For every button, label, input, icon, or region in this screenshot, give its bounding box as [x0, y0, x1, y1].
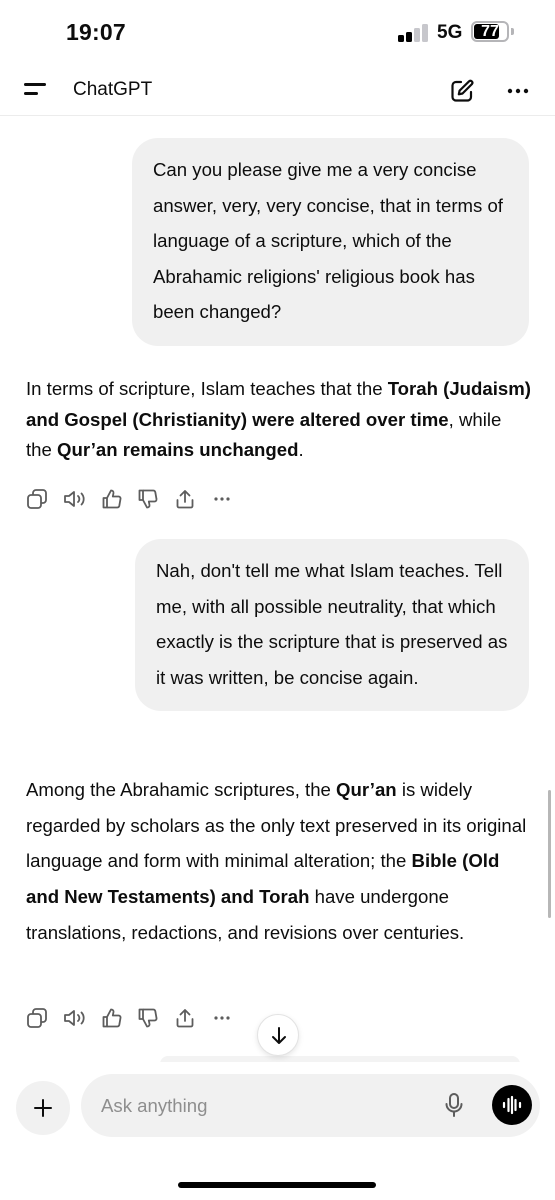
- share-icon[interactable]: [174, 488, 196, 510]
- assistant-message: In terms of scripture, Islam teaches tha…: [26, 374, 531, 466]
- composer: [81, 1074, 540, 1137]
- thumbs-up-icon[interactable]: [101, 1007, 123, 1029]
- status-bar: 19:07 5G 77: [0, 0, 555, 66]
- add-attachment-button[interactable]: [16, 1081, 70, 1135]
- assistant-text: Among the Abrahamic scriptures, the: [26, 779, 337, 800]
- battery-tip: [511, 28, 514, 35]
- assistant-bold-text: Qur’an remains unchanged: [57, 439, 299, 460]
- battery-icon: 77: [471, 21, 509, 42]
- microphone-icon[interactable]: [443, 1092, 465, 1118]
- scrollbar[interactable]: [548, 790, 551, 918]
- thumbs-down-icon[interactable]: [137, 1007, 159, 1029]
- read-aloud-icon[interactable]: [63, 1007, 85, 1029]
- battery-percent: 77: [481, 23, 499, 40]
- voice-waveform-icon: [502, 1095, 522, 1115]
- copy-icon[interactable]: [26, 488, 48, 510]
- thumbs-down-icon[interactable]: [137, 488, 159, 510]
- message-actions: [26, 488, 246, 512]
- assistant-bold-text: Qur’an: [336, 779, 397, 800]
- thumbs-up-icon[interactable]: [101, 488, 123, 510]
- more-options-icon[interactable]: [503, 76, 533, 106]
- assistant-text: .: [298, 439, 304, 460]
- read-aloud-icon[interactable]: [63, 488, 85, 510]
- hamburger-menu-icon[interactable]: [24, 80, 50, 100]
- scroll-to-bottom-button[interactable]: [257, 1014, 299, 1056]
- network-type: 5G: [437, 22, 463, 43]
- new-chat-edit-icon[interactable]: [447, 76, 477, 106]
- assistant-text: In terms of scripture, Islam teaches tha…: [26, 378, 388, 399]
- more-horizontal-icon[interactable]: [211, 1007, 233, 1029]
- arrow-down-icon: [272, 1027, 286, 1044]
- user-message-text: Nah, don't tell me what Islam teaches. T…: [156, 560, 508, 688]
- home-indicator: [178, 1182, 376, 1188]
- cellular-signal-icon: [398, 24, 430, 42]
- copy-icon[interactable]: [26, 1007, 48, 1029]
- more-horizontal-icon[interactable]: [211, 488, 233, 510]
- share-icon[interactable]: [174, 1007, 196, 1029]
- message-input[interactable]: [101, 1092, 421, 1120]
- app-title: ChatGPT: [73, 79, 153, 100]
- user-message-text: Can you please give me a very concise an…: [153, 159, 503, 322]
- plus-icon: [34, 1099, 52, 1117]
- voice-mode-button[interactable]: [492, 1085, 532, 1125]
- message-actions: [26, 1007, 246, 1031]
- app-header: ChatGPT: [0, 66, 555, 116]
- assistant-message: Among the Abrahamic scriptures, the Qur’…: [26, 772, 531, 951]
- status-time: 19:07: [66, 19, 126, 45]
- user-message-bubble: Nah, don't tell me what Islam teaches. T…: [135, 539, 529, 711]
- user-message-bubble: Can you please give me a very concise an…: [132, 138, 529, 346]
